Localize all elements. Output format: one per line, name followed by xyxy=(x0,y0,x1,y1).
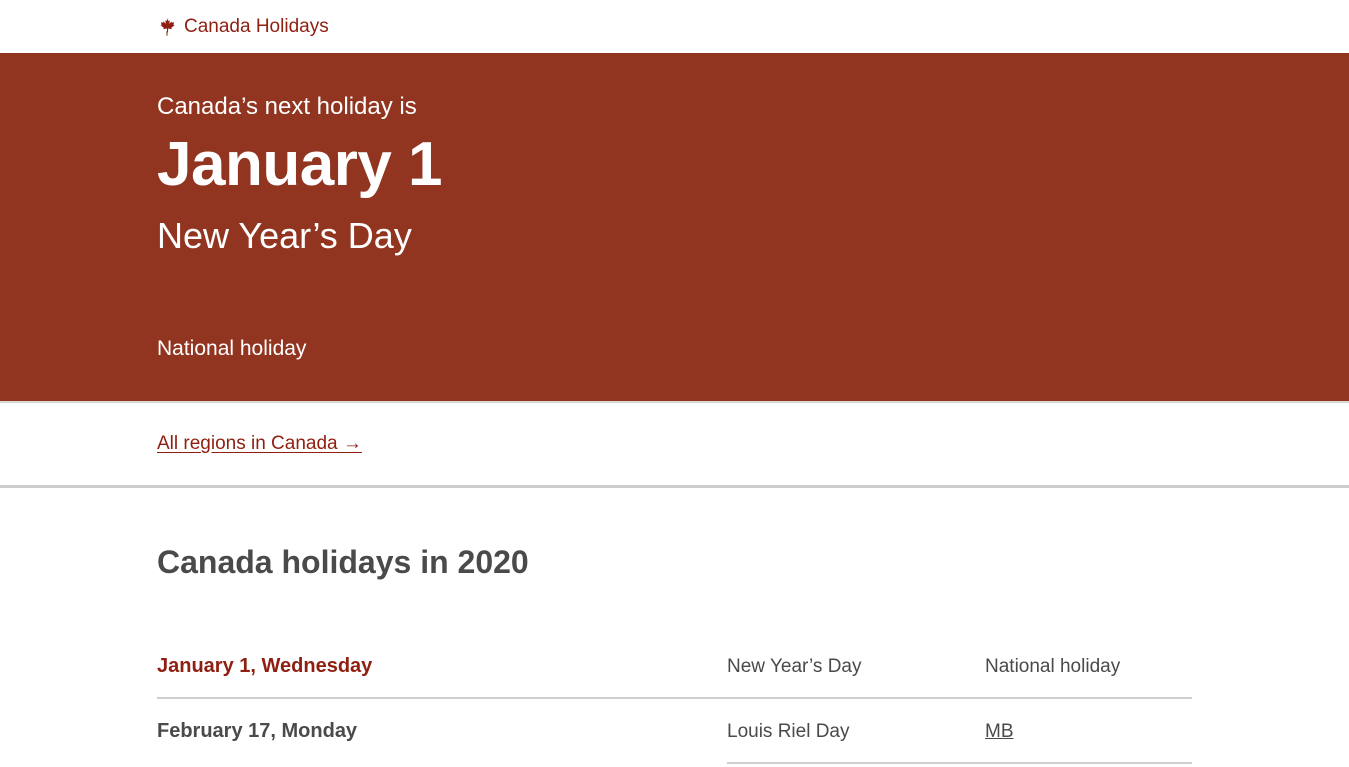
brand-link[interactable]: Canada Holidays xyxy=(157,17,329,37)
holiday-row: February 17, Monday Louis Riel Day MB xyxy=(157,699,1192,764)
regions-bar: All regions in Canada → xyxy=(0,403,1349,488)
brand-label: Canada Holidays xyxy=(184,16,329,37)
holiday-name: Louis Riel Day xyxy=(727,720,850,742)
maple-leaf-icon xyxy=(157,17,177,37)
next-holiday-name: New Year’s Day xyxy=(157,215,412,256)
listing-title: Canada holidays in 2020 xyxy=(157,544,529,580)
next-holiday-lead: Canada’s next holiday is xyxy=(157,93,417,120)
province-link-mb[interactable]: MB xyxy=(985,721,1014,742)
next-holiday-date: January 1 xyxy=(157,130,443,199)
all-regions-link[interactable]: All regions in Canada → xyxy=(157,433,362,455)
holiday-row: January 1, Wednesday New Year’s Day Nati… xyxy=(157,634,1192,699)
holiday-listing: Canada holidays in 2020 January 1, Wedne… xyxy=(0,544,1349,764)
holiday-name: New Year’s Day xyxy=(727,655,862,677)
holiday-type: MB xyxy=(985,721,1014,743)
top-bar: Canada Holidays xyxy=(0,0,1349,53)
holiday-date: January 1, Wednesday xyxy=(157,655,373,677)
holiday-type: National holiday xyxy=(985,655,1121,677)
holiday-table: January 1, Wednesday New Year’s Day Nati… xyxy=(157,634,1192,764)
next-holiday-banner: Canada’s next holiday is January 1 New Y… xyxy=(0,53,1349,403)
holiday-date: February 17, Monday xyxy=(157,720,358,742)
next-holiday-type: National holiday xyxy=(157,337,307,360)
